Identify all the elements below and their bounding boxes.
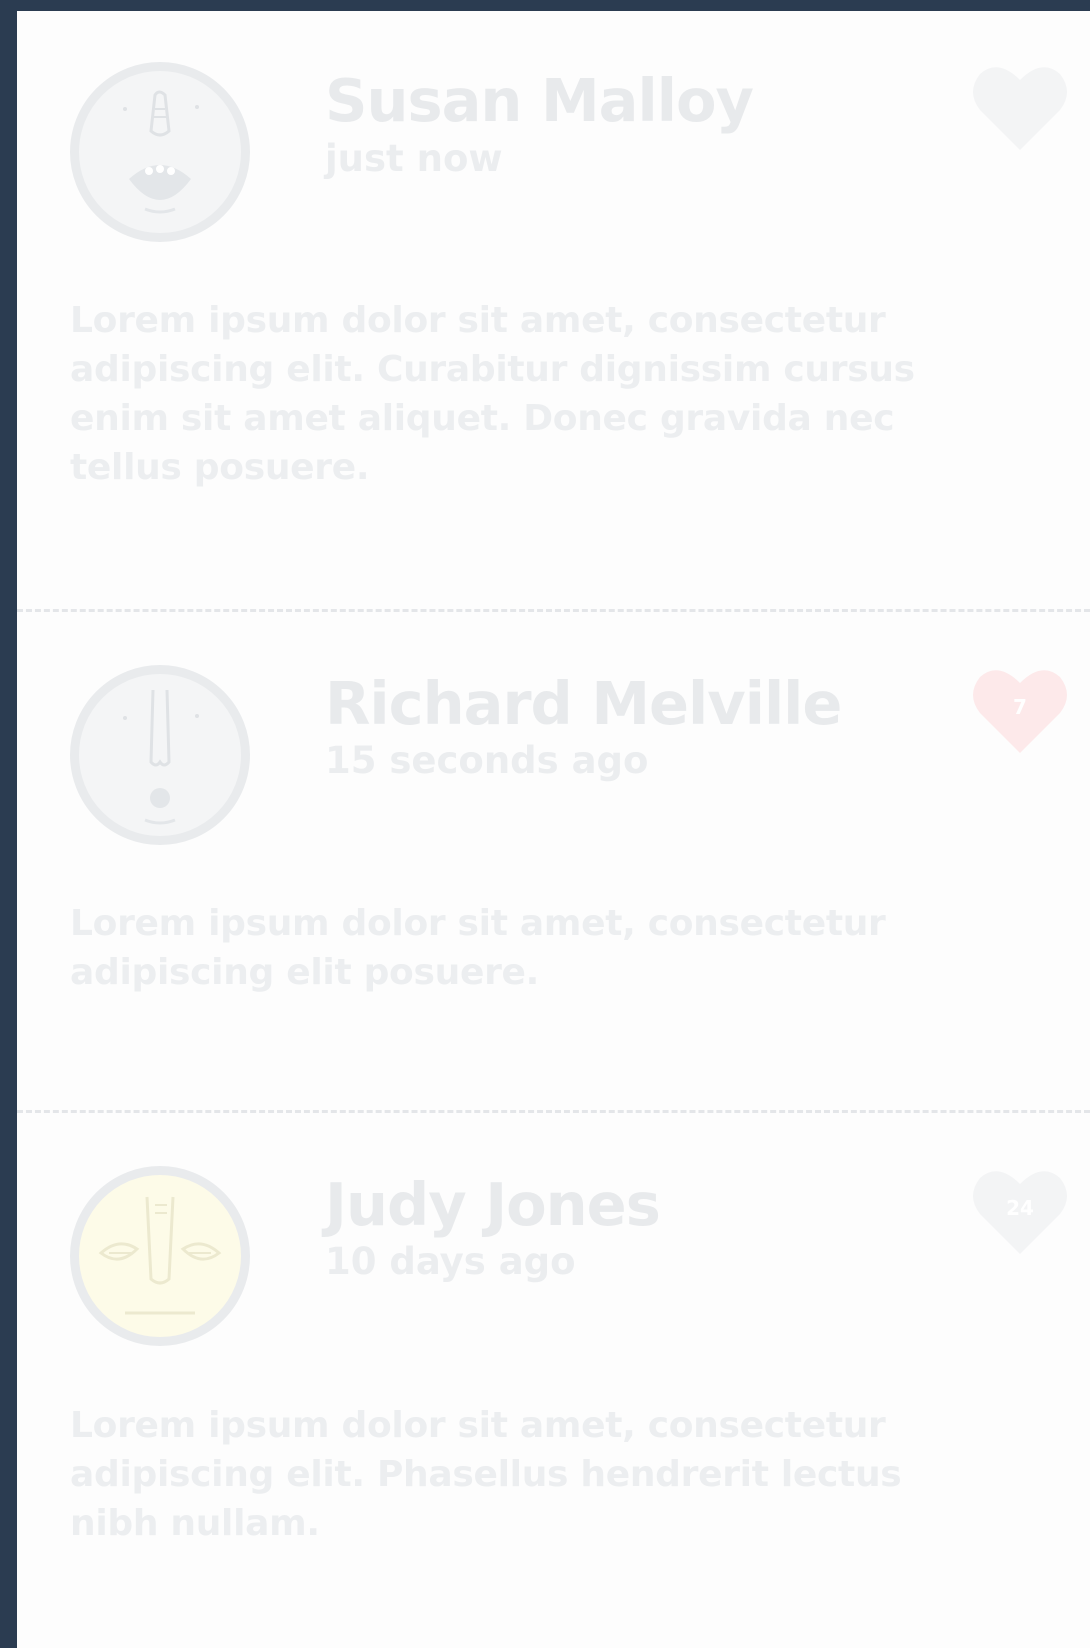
surprised-face-icon bbox=[123, 689, 199, 825]
grinning-face-icon bbox=[123, 90, 199, 214]
like-count: 7 bbox=[1013, 695, 1027, 719]
comment-body: Lorem ipsum dolor sit amet, consectetur … bbox=[70, 903, 886, 993]
comment-body: Lorem ipsum dolor sit amet, consectetur … bbox=[70, 300, 915, 488]
comment-timestamp: 15 seconds ago bbox=[325, 739, 649, 782]
comments-panel: Susan Malloy just now Lorem ipsum dolor … bbox=[17, 11, 1090, 1648]
like-count: 24 bbox=[1006, 1196, 1034, 1220]
annoyed-face-icon bbox=[98, 1196, 222, 1315]
comment-author[interactable]: Judy Jones bbox=[325, 1173, 661, 1237]
avatar[interactable] bbox=[70, 1166, 250, 1346]
like-button[interactable] bbox=[972, 62, 1068, 152]
like-button[interactable]: 24 bbox=[972, 1166, 1068, 1256]
comment-body: Lorem ipsum dolor sit amet, consectetur … bbox=[70, 1405, 902, 1544]
comment-divider bbox=[17, 1110, 1090, 1113]
comment-author[interactable]: Richard Melville bbox=[325, 672, 842, 736]
comment-author[interactable]: Susan Malloy bbox=[325, 69, 754, 133]
heart-icon bbox=[973, 67, 1067, 150]
comment-divider bbox=[17, 609, 1090, 612]
comment-timestamp: 10 days ago bbox=[325, 1240, 576, 1283]
like-button[interactable]: 7 bbox=[972, 665, 1068, 755]
avatar[interactable] bbox=[70, 62, 250, 242]
comment-timestamp: just now bbox=[325, 137, 503, 180]
avatar[interactable] bbox=[70, 665, 250, 845]
